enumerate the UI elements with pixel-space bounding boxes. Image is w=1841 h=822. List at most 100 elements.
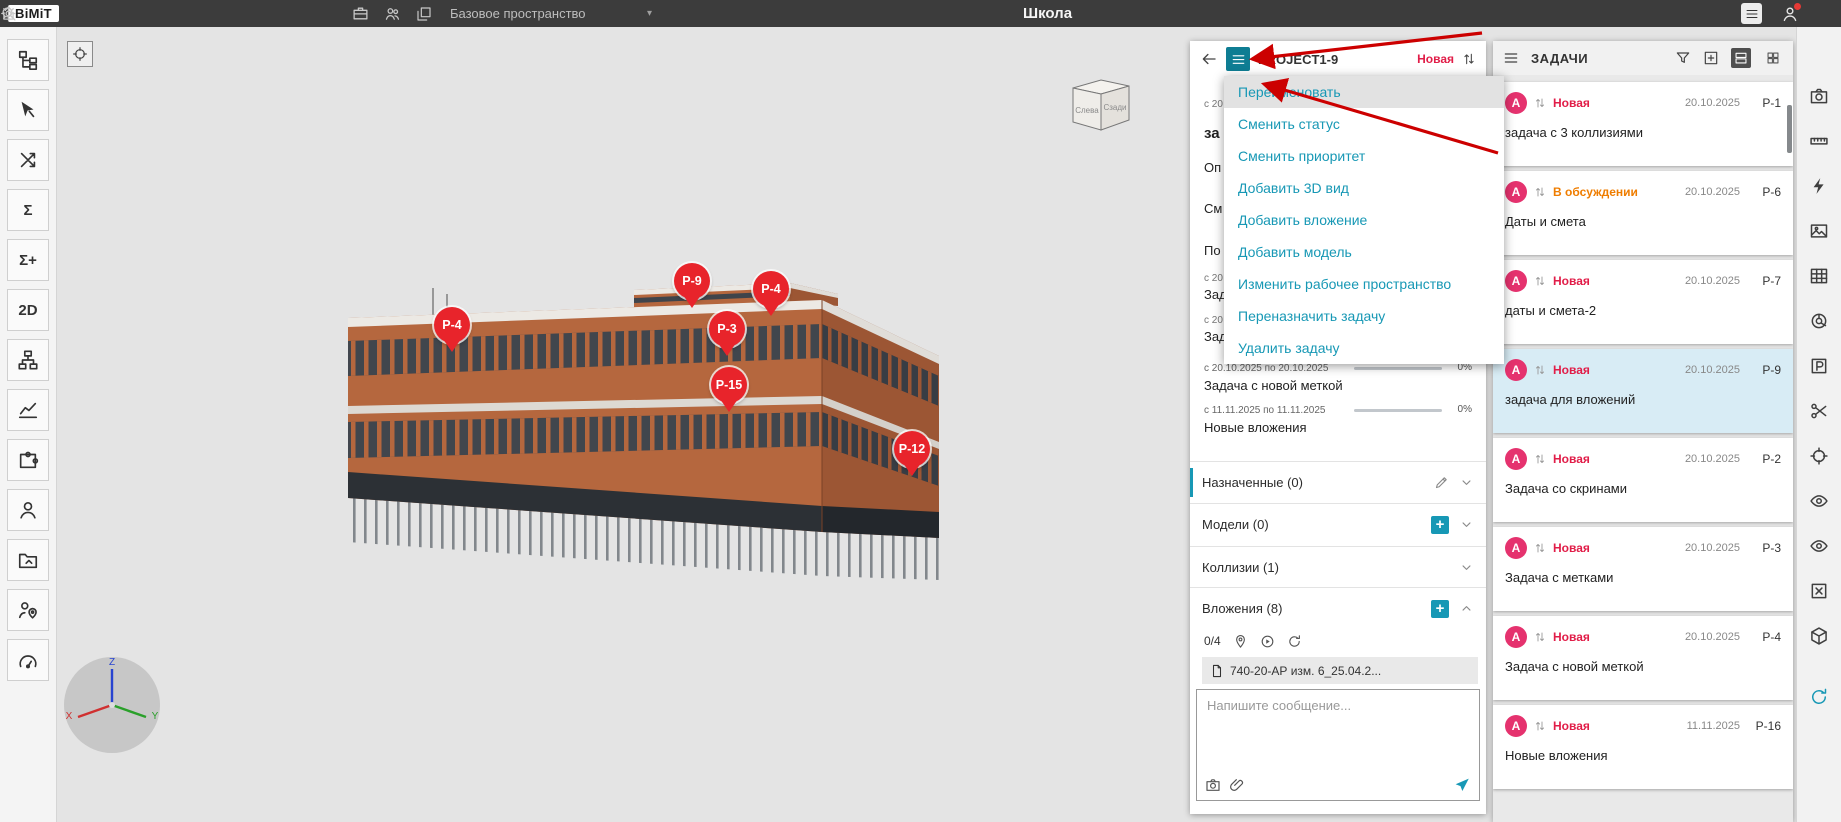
task-card-Р-7[interactable]: A Новая 20.10.2025 Р-7 даты и смета-2 [1493, 260, 1793, 344]
box-close-icon[interactable] [1808, 580, 1830, 602]
task-title: Задача с метками [1505, 570, 1614, 585]
plan-icon[interactable] [1808, 355, 1830, 377]
cube-face-left[interactable]: Слева [1075, 106, 1099, 115]
apps-list-button[interactable] [1741, 3, 1762, 24]
chevron-down-icon[interactable] [1459, 475, 1474, 490]
right-toolbar [1796, 27, 1841, 822]
navigation-cube[interactable]: Слева Сзади [1063, 72, 1137, 134]
task-id: Р-16 [1755, 719, 1781, 733]
chevron-down-icon[interactable] [1459, 560, 1474, 575]
view-2d-icon[interactable]: 2D [7, 289, 49, 331]
workspace-copy-icon[interactable] [416, 6, 432, 22]
filter-icon[interactable] [1675, 50, 1691, 66]
users-icon[interactable] [7, 489, 49, 531]
chevron-up-icon[interactable] [1459, 601, 1474, 616]
map-pin-Р-12[interactable]: Р-12 [894, 431, 930, 467]
attachment-file[interactable]: 740-20-АР изм. 6_25.04.2... [1202, 657, 1478, 684]
menu-item[interactable]: Сменить приоритет [1224, 140, 1504, 172]
pin-label: Р-4 [442, 318, 462, 332]
section-cut-icon[interactable] [1808, 400, 1830, 422]
ruler-icon[interactable] [1808, 130, 1830, 152]
edit-pencil-icon[interactable] [1434, 475, 1449, 490]
menu-item[interactable]: Переназначить задачу [1224, 300, 1504, 332]
section-label: Коллизии (1) [1202, 560, 1279, 575]
map-pin-Р-15[interactable]: Р-15 [711, 367, 747, 403]
task-card-Р-16[interactable]: A Новая 11.11.2025 Р-16 Новые вложения [1493, 705, 1793, 789]
focus-selection-button[interactable] [67, 41, 93, 67]
task-card-Р-4[interactable]: A Новая 20.10.2025 Р-4 Задача с новой меткой [1493, 616, 1793, 700]
scheme-icon[interactable] [7, 339, 49, 381]
visibility-icon[interactable] [1808, 535, 1830, 557]
workspace-dropdown[interactable]: Базовое пространство ▾ [450, 0, 652, 27]
structure-tree-icon[interactable] [7, 39, 49, 81]
tasks-menu-icon[interactable] [1503, 50, 1519, 66]
plugins-icon[interactable] [7, 439, 49, 481]
add-button[interactable]: + [1431, 599, 1449, 618]
task-card-Р-1[interactable]: A Новая 20.10.2025 Р-1 задача с 3 коллизиями [1493, 82, 1793, 166]
cube-icon[interactable] [1808, 625, 1830, 647]
marker-icon[interactable] [1233, 634, 1248, 649]
menu-item[interactable]: Добавить модель [1224, 236, 1504, 268]
screenshot-icon[interactable] [1808, 85, 1830, 107]
subtask-row[interactable]: с 11.11.2025 по 11.11.2025 0% Новые вложен… [1204, 404, 1476, 439]
menu-item[interactable]: Сменить статус [1224, 108, 1504, 140]
sync-icon[interactable] [1808, 686, 1830, 708]
point-select-icon[interactable] [7, 89, 49, 131]
section-row[interactable]: Вложения (8) + [1190, 587, 1486, 629]
section-row[interactable]: Назначенные (0) [1190, 461, 1486, 503]
map-pin-Р-9[interactable]: Р-9 [674, 263, 710, 299]
add-button[interactable]: + [1431, 515, 1449, 534]
menu-item[interactable]: Изменить рабочее пространство [1224, 268, 1504, 300]
donut-chart-icon[interactable] [1808, 310, 1830, 332]
section-row[interactable]: Коллизии (1) [1190, 546, 1486, 588]
menu-item[interactable]: Переименовать [1224, 76, 1504, 108]
add-task-icon[interactable] [1703, 50, 1719, 66]
user-avatar[interactable] [1778, 2, 1802, 25]
attach-file-icon[interactable] [1229, 777, 1245, 793]
view-grid-button[interactable] [1763, 48, 1783, 68]
sum-plus-icon[interactable]: Σ+ [7, 239, 49, 281]
chevron-down-icon[interactable] [1459, 517, 1474, 532]
lightning-icon[interactable] [1808, 175, 1830, 197]
refresh-icon[interactable] [1287, 634, 1302, 649]
message-composer[interactable]: Напишите сообщение... [1196, 689, 1480, 801]
map-pin-Р-4[interactable]: Р-4 [434, 307, 470, 343]
map-pin-Р-3[interactable]: Р-3 [709, 311, 745, 347]
building-3d-model[interactable] [338, 246, 948, 596]
task-card-Р-3[interactable]: A Новая 20.10.2025 Р-3 Задача с метками [1493, 527, 1793, 611]
play-icon[interactable] [1260, 634, 1275, 649]
search-icon[interactable] [0, 0, 17, 27]
task-card-Р-6[interactable]: A В обсуждении 20.10.2025 Р-6 Даты и смета [1493, 171, 1793, 255]
toolbox-icon[interactable] [352, 5, 369, 22]
shared-folder-icon[interactable] [7, 539, 49, 581]
image-icon[interactable] [1808, 220, 1830, 242]
send-icon[interactable] [1453, 776, 1471, 794]
task-date: 20.10.2025 [1684, 97, 1740, 109]
subtask-row[interactable]: с 20.10.2025 по 20.10.2025 0% Задача с нов… [1204, 362, 1476, 397]
priority-icon[interactable] [1462, 52, 1476, 66]
map-pin-Р-4[interactable]: Р-4 [753, 271, 789, 307]
scrollbar-thumb[interactable] [1787, 105, 1792, 153]
task-card-Р-2[interactable]: A Новая 20.10.2025 Р-2 Задача со скринами [1493, 438, 1793, 522]
target-icon[interactable] [1808, 445, 1830, 467]
team-icon[interactable] [384, 5, 401, 22]
dashboard-gauge-icon[interactable] [7, 639, 49, 681]
axis-gizmo[interactable]: Z X Y [60, 653, 164, 757]
sum-icon[interactable]: Σ [7, 189, 49, 231]
menu-item[interactable]: Добавить вложение [1224, 204, 1504, 236]
graph-icon[interactable] [7, 389, 49, 431]
user-location-icon[interactable] [7, 589, 49, 631]
section-row[interactable]: Модели (0) + [1190, 503, 1486, 545]
eye-icon[interactable] [1808, 490, 1830, 512]
task-id: Р-2 [1762, 452, 1781, 466]
table-icon[interactable] [1808, 265, 1830, 287]
menu-item[interactable]: Удалить задачу [1224, 332, 1504, 364]
back-icon[interactable] [1200, 50, 1218, 68]
attach-photo-icon[interactable] [1205, 777, 1221, 793]
cube-face-right[interactable]: Сзади [1103, 103, 1126, 112]
clash-paths-icon[interactable] [7, 139, 49, 181]
menu-item[interactable]: Добавить 3D вид [1224, 172, 1504, 204]
view-rows-button[interactable] [1731, 48, 1751, 68]
task-menu-button[interactable] [1226, 47, 1250, 71]
task-card-Р-9[interactable]: A Новая 20.10.2025 Р-9 задача для вложений [1493, 349, 1793, 433]
